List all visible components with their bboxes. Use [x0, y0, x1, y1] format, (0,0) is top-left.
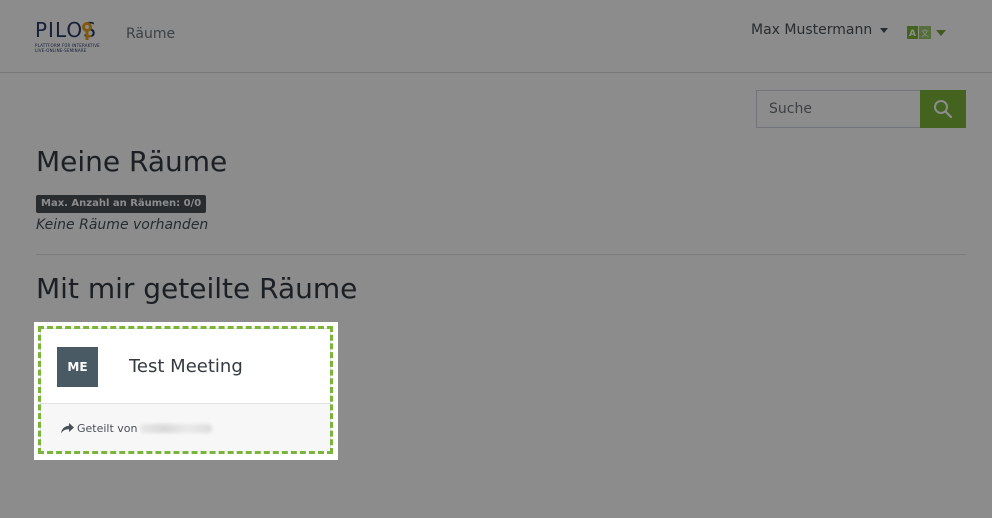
pilos-logo[interactable]: PILOS PLATTFORM FÜR INTERAKTIVE LIVE-ONL…: [35, 18, 105, 54]
share-icon: [61, 423, 74, 434]
key-logo-icon: [82, 22, 92, 40]
shared-by-info: Geteilt von: [61, 422, 212, 435]
user-name: Max Mustermann: [751, 22, 873, 38]
logo-tagline: PLATTFORM FÜR INTERAKTIVE LIVE-ONLINE-SE…: [35, 43, 100, 53]
language-dropdown[interactable]: A 文: [907, 26, 946, 39]
room-card-test-meeting[interactable]: ME Test Meeting Geteilt von: [40, 328, 331, 452]
room-card-body: ME Test Meeting: [41, 329, 330, 403]
search-icon: [934, 100, 953, 119]
search-button[interactable]: [920, 90, 966, 128]
room-search: [756, 90, 966, 128]
no-rooms-text: Keine Räume vorhanden: [36, 217, 209, 233]
chevron-down-icon: [880, 27, 889, 33]
section-divider: [36, 254, 966, 255]
shared-by-label: Geteilt von: [77, 422, 138, 435]
shared-rooms-heading: Mit mir geteilte Räume: [36, 272, 358, 305]
room-limit-badge: Max. Anzahl an Räumen: 0/0: [36, 195, 207, 213]
my-rooms-heading: Meine Räume: [36, 145, 228, 178]
redacted-owner-name: [139, 424, 212, 433]
search-input[interactable]: [756, 90, 921, 128]
room-name: Test Meeting: [129, 356, 243, 377]
room-avatar: ME: [57, 347, 98, 387]
translate-icon: A 文: [907, 26, 931, 39]
nav-link-rooms[interactable]: Räume: [126, 26, 175, 42]
room-card-footer: Geteilt von: [41, 403, 330, 452]
chevron-down-icon: [936, 29, 946, 36]
user-menu-dropdown[interactable]: Max Mustermann: [751, 22, 889, 38]
svg-text:文: 文: [921, 28, 929, 38]
navbar: PILOS PLATTFORM FÜR INTERAKTIVE LIVE-ONL…: [0, 0, 992, 73]
svg-text:A: A: [909, 29, 916, 39]
